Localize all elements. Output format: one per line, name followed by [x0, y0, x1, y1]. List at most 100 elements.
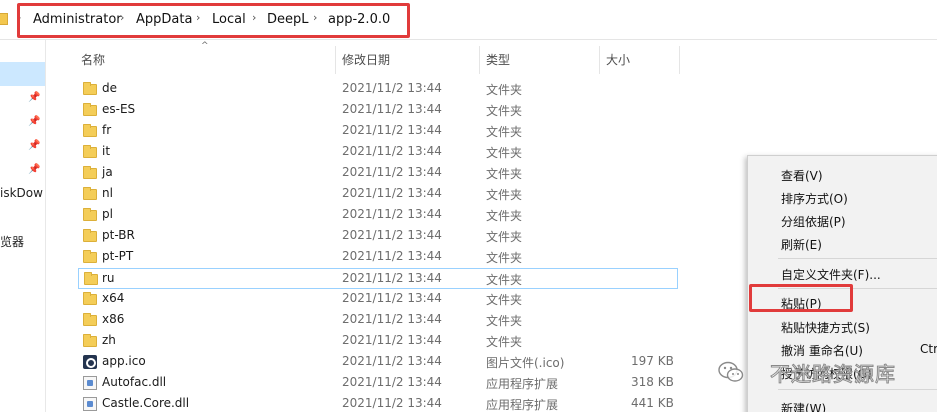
file-name: pt-PT [102, 249, 134, 263]
folder-icon [83, 334, 97, 347]
file-type: 文件夹 [486, 125, 523, 139]
file-type: 文件夹 [486, 83, 523, 97]
file-size: 318 KB [631, 375, 674, 389]
folder-icon [83, 124, 97, 137]
file-date: 2021/11/2 13:44 [342, 102, 442, 116]
file-type: 文件夹 [486, 167, 523, 181]
folder-icon [83, 292, 97, 305]
file-name: it [102, 144, 111, 158]
file-name: x86 [102, 312, 125, 326]
file-type: 应用程序扩展 [486, 377, 559, 391]
file-name: ru [102, 271, 115, 285]
menu-item-view[interactable]: 查看(V) [781, 167, 823, 184]
file-date: 2021/11/2 13:44 [342, 354, 442, 368]
file-date: 2021/11/2 13:44 [342, 333, 442, 347]
file-date: 2021/11/2 13:44 [342, 207, 442, 221]
folder-icon [0, 13, 8, 25]
menu-separator [778, 258, 937, 259]
folder-icon [83, 187, 97, 200]
file-type: 文件夹 [486, 293, 523, 307]
file-size: 197 KB [631, 354, 674, 368]
column-divider[interactable] [679, 46, 680, 74]
pin-icon[interactable]: 📌 [28, 164, 40, 175]
table-row[interactable]: x86 2021/11/2 13:44 文件夹 [78, 310, 678, 331]
table-row[interactable]: ja 2021/11/2 13:44 文件夹 [78, 163, 678, 184]
table-row[interactable]: fr 2021/11/2 13:44 文件夹 [78, 121, 678, 142]
table-row[interactable]: nl 2021/11/2 13:44 文件夹 [78, 184, 678, 205]
address-highlight-box [17, 3, 410, 38]
folder-icon [84, 272, 98, 285]
paste-highlight-box [749, 284, 853, 312]
menu-separator [778, 389, 937, 390]
file-date: 2021/11/2 13:44 [342, 165, 442, 179]
pin-icon[interactable]: 📌 [28, 92, 40, 103]
deepl-app-icon [83, 355, 97, 369]
file-name: app.ico [102, 354, 146, 368]
nav-item-diskdownload[interactable]: iskDow [0, 186, 43, 200]
column-header-type[interactable]: 类型 [480, 46, 599, 74]
file-name: de [102, 81, 117, 95]
watermark-text: 不迷路资源库 [770, 362, 896, 387]
file-date: 2021/11/2 13:44 [342, 123, 442, 137]
table-row[interactable]: Autofac.dll 2021/11/2 13:44 应用程序扩展 318 K… [78, 373, 678, 394]
table-row[interactable]: app.ico 2021/11/2 13:44 图片文件(.ico) 197 K… [78, 352, 678, 373]
file-date: 2021/11/2 13:44 [342, 375, 442, 389]
table-row[interactable]: zh 2021/11/2 13:44 文件夹 [78, 331, 678, 352]
file-type: 文件夹 [486, 209, 523, 223]
menu-item-new[interactable]: 新建(W) [781, 400, 826, 412]
menu-shortcut-undo: Ctrl [920, 342, 937, 356]
folder-icon [83, 250, 97, 263]
menu-item-undo-rename[interactable]: 撤消 重命名(U) [781, 342, 863, 359]
column-header-name[interactable]: 名称 [75, 46, 335, 74]
file-type: 应用程序扩展 [486, 398, 559, 412]
file-date: 2021/11/2 13:44 [342, 271, 442, 285]
pin-icon[interactable]: 📌 [28, 140, 40, 151]
file-date: 2021/11/2 13:44 [342, 396, 442, 410]
file-type: 文件夹 [486, 104, 523, 118]
file-name: Autofac.dll [102, 375, 167, 389]
column-header-date[interactable]: 修改日期 [336, 46, 479, 74]
menu-item-group[interactable]: 分组依据(P) [781, 213, 846, 230]
wechat-logo-icon [718, 361, 744, 382]
file-type: 文件夹 [486, 230, 523, 244]
menu-item-paste-shortcut[interactable]: 粘贴快捷方式(S) [781, 319, 870, 336]
menu-item-refresh[interactable]: 刷新(E) [781, 236, 822, 253]
file-size: 441 KB [631, 396, 674, 410]
folder-icon [83, 313, 97, 326]
file-date: 2021/11/2 13:44 [342, 186, 442, 200]
nav-item-browser[interactable]: 览器 [0, 233, 24, 250]
table-row[interactable]: pt-BR 2021/11/2 13:44 文件夹 [78, 226, 678, 247]
file-name: es-ES [102, 102, 136, 116]
folder-icon [83, 103, 97, 116]
folder-icon [83, 166, 97, 179]
nav-selected-item[interactable] [0, 62, 45, 86]
folder-icon [83, 229, 97, 242]
file-type: 文件夹 [486, 188, 523, 202]
menu-item-sort[interactable]: 排序方式(O) [781, 190, 848, 207]
pin-icon[interactable]: 📌 [28, 116, 40, 127]
table-row-hovered[interactable]: ru 2021/11/2 13:44 文件夹 [78, 268, 678, 289]
table-row[interactable]: pl 2021/11/2 13:44 文件夹 [78, 205, 678, 226]
table-row[interactable]: it 2021/11/2 13:44 文件夹 [78, 142, 678, 163]
file-type: 文件夹 [486, 251, 523, 265]
table-row[interactable]: pt-PT 2021/11/2 13:44 文件夹 [78, 247, 678, 268]
file-name: Castle.Core.dll [102, 396, 190, 410]
folder-icon [83, 145, 97, 158]
watermark: 不迷路资源库 [718, 358, 937, 388]
file-name: zh [102, 333, 116, 347]
navigation-pane[interactable]: 📌 📌 📌 📌 iskDow 览器 [0, 40, 46, 412]
file-name: nl [102, 186, 113, 200]
table-row[interactable]: es-ES 2021/11/2 13:44 文件夹 [78, 100, 678, 121]
file-name: pt-BR [102, 228, 135, 242]
file-type: 文件夹 [486, 335, 523, 349]
table-row[interactable]: de 2021/11/2 13:44 文件夹 [78, 79, 678, 100]
table-row[interactable]: x64 2021/11/2 13:44 文件夹 [78, 289, 678, 310]
column-header-size[interactable]: 大小 [600, 46, 679, 74]
file-name: fr [102, 123, 112, 137]
file-type: 文件夹 [486, 146, 523, 160]
folder-icon [83, 208, 97, 221]
menu-item-customize-folder[interactable]: 自定义文件夹(F)... [781, 266, 881, 283]
dll-file-icon [83, 397, 97, 411]
file-name: ja [102, 165, 113, 179]
table-row[interactable]: Castle.Core.dll 2021/11/2 13:44 应用程序扩展 4… [78, 394, 678, 412]
